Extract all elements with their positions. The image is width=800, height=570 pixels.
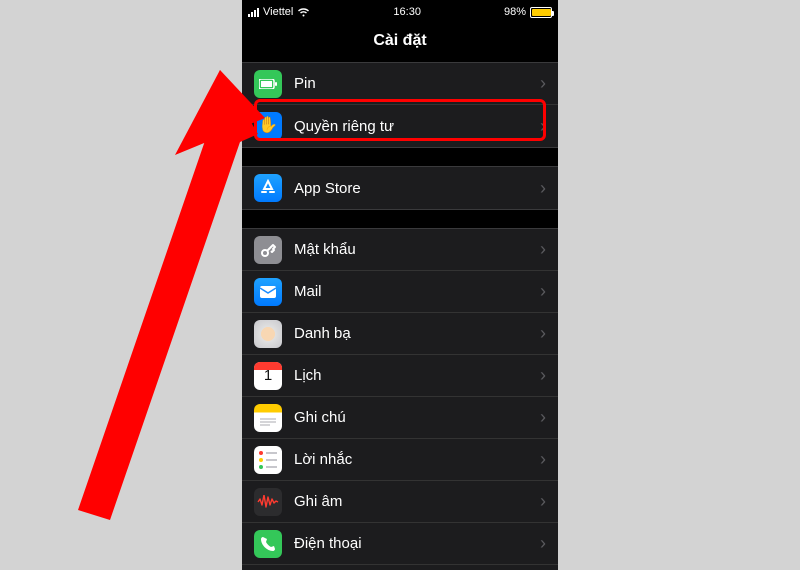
row-passwords[interactable]: Mật khẩu › bbox=[242, 229, 558, 271]
hand-icon: ✋ bbox=[254, 112, 282, 140]
battery-pct: 98% bbox=[504, 6, 526, 18]
status-right: 98% bbox=[504, 6, 552, 18]
signal-icon bbox=[248, 8, 259, 17]
row-label: Danh bạ bbox=[294, 325, 540, 342]
settings-list[interactable]: Pin › ✋ Quyền riêng tư › App Store › bbox=[242, 62, 558, 570]
row-label: Ghi chú bbox=[294, 409, 540, 426]
wifi-icon bbox=[297, 7, 310, 17]
chevron-right-icon: › bbox=[540, 491, 546, 512]
row-messages[interactable]: Tin nhắn › bbox=[242, 565, 558, 570]
row-label: Quyền riêng tư bbox=[294, 118, 540, 135]
chevron-right-icon: › bbox=[540, 323, 546, 344]
phone-frame: Viettel 16:30 98% Cài đặt Pin › ✋ Quyền … bbox=[242, 0, 558, 570]
row-label: Mật khẩu bbox=[294, 241, 540, 258]
row-label: Pin bbox=[294, 75, 540, 92]
row-label: Mail bbox=[294, 283, 540, 300]
settings-group: Pin › ✋ Quyền riêng tư › bbox=[242, 62, 558, 148]
key-icon bbox=[254, 236, 282, 264]
battery-settings-icon bbox=[254, 70, 282, 98]
row-label: App Store bbox=[294, 180, 540, 197]
chevron-right-icon: › bbox=[540, 365, 546, 386]
settings-group: App Store › bbox=[242, 166, 558, 210]
chevron-right-icon: › bbox=[540, 533, 546, 554]
chevron-right-icon: › bbox=[540, 239, 546, 260]
page-title: Cài đặt bbox=[242, 24, 558, 62]
row-label: Ghi âm bbox=[294, 493, 540, 510]
calendar-icon: 1 bbox=[254, 362, 282, 390]
row-appstore[interactable]: App Store › bbox=[242, 167, 558, 209]
chevron-right-icon: › bbox=[540, 281, 546, 302]
carrier-label: Viettel bbox=[263, 6, 293, 18]
callout-arrow-icon bbox=[30, 70, 270, 550]
row-battery[interactable]: Pin › bbox=[242, 63, 558, 105]
row-notes[interactable]: Ghi chú › bbox=[242, 397, 558, 439]
battery-icon bbox=[530, 7, 552, 18]
phone-icon bbox=[254, 530, 282, 558]
waveform-icon bbox=[254, 488, 282, 516]
clock: 16:30 bbox=[393, 6, 421, 18]
row-label: Lịch bbox=[294, 367, 540, 384]
row-phone[interactable]: Điện thoại › bbox=[242, 523, 558, 565]
chevron-right-icon: › bbox=[540, 116, 546, 137]
appstore-icon bbox=[254, 174, 282, 202]
chevron-right-icon: › bbox=[540, 407, 546, 428]
row-calendar[interactable]: 1 Lịch › bbox=[242, 355, 558, 397]
chevron-right-icon: › bbox=[540, 178, 546, 199]
notes-icon bbox=[254, 404, 282, 432]
row-contacts[interactable]: Danh bạ › bbox=[242, 313, 558, 355]
status-left: Viettel bbox=[248, 6, 310, 18]
contacts-icon bbox=[254, 320, 282, 348]
mail-icon bbox=[254, 278, 282, 306]
chevron-right-icon: › bbox=[540, 73, 546, 94]
row-mail[interactable]: Mail › bbox=[242, 271, 558, 313]
row-reminders[interactable]: Lời nhắc › bbox=[242, 439, 558, 481]
status-bar: Viettel 16:30 98% bbox=[242, 0, 558, 24]
chevron-right-icon: › bbox=[540, 449, 546, 470]
row-label: Lời nhắc bbox=[294, 451, 540, 468]
row-voicememos[interactable]: Ghi âm › bbox=[242, 481, 558, 523]
row-privacy[interactable]: ✋ Quyền riêng tư › bbox=[242, 105, 558, 147]
reminders-icon bbox=[254, 446, 282, 474]
settings-group: Mật khẩu › Mail › Danh bạ › 1 Lịch › bbox=[242, 228, 558, 570]
row-label: Điện thoại bbox=[294, 535, 540, 552]
